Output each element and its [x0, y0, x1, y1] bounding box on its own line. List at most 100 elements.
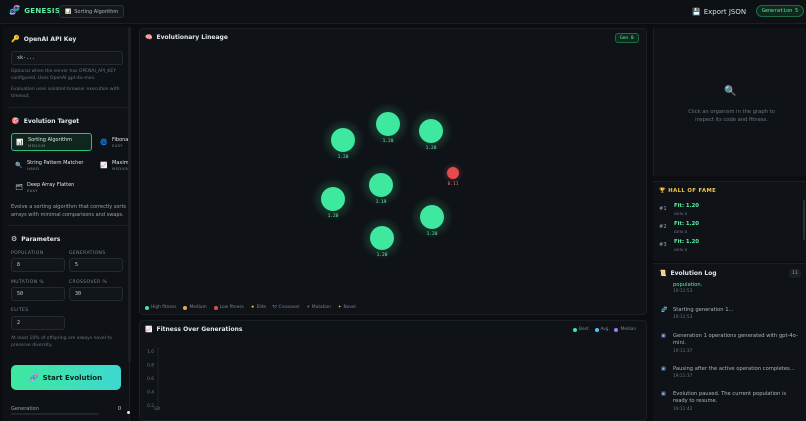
- target-icon: 🎯: [11, 117, 20, 125]
- mutation-input[interactable]: 50: [11, 287, 65, 301]
- hof-gen: GEN 0: [674, 229, 688, 234]
- lineage-panel: 🧠 Evolutionary Lineage Gen 0 1.20 1.20 1.2…: [139, 28, 647, 315]
- legend-label: Elite: [256, 305, 267, 310]
- generations-input[interactable]: 5: [69, 258, 123, 272]
- api-key-help: Optional when the server has OPENAI_API_…: [11, 69, 116, 81]
- target-name: Maxim: [112, 159, 129, 166]
- legend-dot: [183, 305, 188, 310]
- hof-scrollbar[interactable]: [803, 200, 805, 240]
- organism-node[interactable]: 0.11: [442, 162, 464, 187]
- hof-rank: #3: [659, 242, 667, 248]
- dna-icon: 🧬: [9, 6, 21, 16]
- population-label: POPULATION: [11, 251, 44, 256]
- parameters-title: ⚙ Parameters: [11, 235, 60, 243]
- generation-footer-label: Generation: [11, 406, 39, 412]
- target-option-maximum[interactable]: 📈 Maxim MEDIUM: [96, 156, 130, 174]
- log-time: 19:11:53: [673, 315, 693, 320]
- hof-rank: #2: [659, 224, 667, 230]
- log-message: population.: [673, 282, 703, 288]
- organism-node-circle[interactable]: [447, 167, 459, 179]
- target-option-fibonacci[interactable]: 🌀 Fibona EASY: [96, 133, 130, 151]
- top-bar: 🧬 GENESIS 📊 Sorting Algorithm 💾 Export J…: [0, 0, 806, 24]
- hall-of-fame-title: 🏆 HALL OF FAME: [659, 188, 716, 194]
- target-option-sorting[interactable]: 📊 Sorting Algorithm MEDIUM: [11, 133, 92, 151]
- legend-label: High fitness: [151, 305, 177, 310]
- legend-label: Novel: [343, 305, 356, 310]
- organism-node-circle[interactable]: [370, 226, 394, 250]
- hall-of-fame-entry[interactable]: #3 Fit: 1.20 GEN 0: [659, 238, 801, 254]
- target-difficulty: MEDIUM: [112, 165, 130, 171]
- inspector-panel: 🔍 Click an organism in the graph to insp…: [653, 28, 806, 176]
- hall-of-fame-entry[interactable]: #2 Fit: 1.20 GEN 0: [659, 220, 801, 236]
- target-option-deep-array-flatten[interactable]: 🗂 Deep Array Flatten EASY: [11, 178, 92, 196]
- organism-fitness-label: 0.11: [448, 181, 459, 187]
- legend-item: ⤲ Crossover: [273, 305, 300, 310]
- legend-label: Low fitness: [219, 305, 244, 310]
- target-name: Sorting Algorithm: [28, 136, 73, 143]
- fitness-chart: 1.00.80.60.40.2G0: [147, 347, 160, 412]
- organism-node-circle[interactable]: [321, 187, 345, 211]
- gear-icon: ⚙: [11, 235, 18, 243]
- spiral-icon: 🌀: [100, 138, 108, 146]
- export-json-button[interactable]: 💾 Export JSON: [692, 5, 746, 18]
- magnifier-icon: 🔍: [15, 161, 23, 169]
- organism-node[interactable]: 1.20: [410, 195, 454, 239]
- population-input[interactable]: 8: [11, 258, 65, 272]
- hof-fitness: Fit: 1.20: [674, 221, 699, 227]
- current-target-label: Sorting Algorithm: [74, 8, 119, 15]
- legend-item: High fitness: [145, 305, 176, 310]
- log-time: 19:11:42: [673, 407, 693, 412]
- organism-node[interactable]: 1.20: [311, 177, 355, 221]
- trophy-icon: 🏆: [659, 188, 666, 194]
- scroll-icon: 📜: [659, 270, 667, 277]
- legend-icon: ⚡: [306, 305, 310, 310]
- log-message: Generation 1 operations generated with g…: [673, 333, 798, 346]
- target-option-string-pattern[interactable]: 🔍 String Pattern Matcher HARD: [11, 156, 92, 174]
- target-description: Evolve a sorting algorithm that correctl…: [11, 204, 127, 218]
- organism-node[interactable]: 1.19: [359, 163, 403, 207]
- info-icon: ▣: [661, 366, 666, 372]
- organism-node-circle[interactable]: [331, 128, 355, 152]
- start-evolution-label: Start Evolution: [42, 373, 103, 382]
- log-entry: ▣ Pausing after the active operation com…: [661, 366, 801, 382]
- api-key-input[interactable]: sk-...: [11, 51, 123, 65]
- organism-node[interactable]: 1.20: [366, 102, 410, 146]
- sidebar-scrollbar[interactable]: [128, 27, 131, 363]
- evolution-log-panel: 📜 Evolution Log 11 population. 19:11:53 …: [653, 263, 806, 421]
- organism-node-circle[interactable]: [376, 112, 400, 136]
- key-icon: 🔑: [11, 35, 20, 43]
- elites-input[interactable]: 2: [11, 316, 65, 330]
- legend-item: Low fitness: [213, 305, 244, 310]
- evaluation-help: Evaluation uses isolated browser executi…: [11, 87, 120, 99]
- chart-icon: 📊: [65, 8, 72, 15]
- diversity-note: At least 10% of offspring are always nov…: [11, 336, 112, 348]
- info-icon: ▣: [661, 391, 666, 397]
- hof-gen: GEN 0: [674, 247, 688, 252]
- app-name: GENESIS: [24, 7, 61, 15]
- evolution-log-title: 📜 Evolution Log: [659, 270, 717, 277]
- start-evolution-button[interactable]: 🧬 Start Evolution: [11, 365, 121, 390]
- legend-item: Medium: [183, 305, 207, 310]
- hall-of-fame-entry[interactable]: #1 Fit: 1.20 GEN 0: [659, 202, 801, 218]
- generation-badge: Generation 5: [756, 5, 805, 17]
- lineage-graph[interactable]: 1.20 1.20 1.20 0.11 1.20 1.19 1.20 1.20: [140, 29, 648, 316]
- organism-node[interactable]: 1.20: [409, 109, 453, 153]
- organism-node-circle[interactable]: [369, 173, 393, 197]
- crossover-label: CROSSOVER %: [69, 280, 108, 285]
- target-difficulty: HARD: [27, 165, 40, 171]
- dna-icon: 🧬: [29, 373, 39, 382]
- trend-chart-icon: 📈: [100, 161, 108, 169]
- organism-node-circle[interactable]: [420, 205, 444, 229]
- organism-node-circle[interactable]: [419, 119, 443, 143]
- api-key-section-title: 🔑 OpenAI API Key: [11, 35, 76, 43]
- search-icon: 🔍: [724, 86, 737, 97]
- organism-node[interactable]: 1.20: [360, 216, 404, 260]
- y-tick-label: 0.4: [147, 390, 154, 396]
- organism-node[interactable]: 1.20: [321, 118, 365, 162]
- log-entry: ▣ Generation 1 operations generated with…: [661, 333, 801, 357]
- scroll-indicator: [127, 411, 130, 414]
- bar-chart-icon: 📊: [16, 138, 24, 146]
- legend-label: Mutation: [311, 305, 331, 310]
- crossover-input[interactable]: 30: [69, 287, 123, 301]
- target-difficulty: EASY: [27, 187, 38, 193]
